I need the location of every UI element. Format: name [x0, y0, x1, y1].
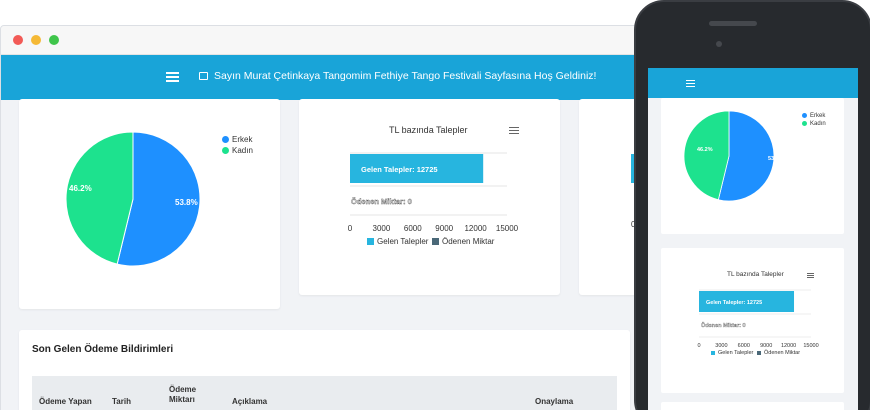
mobile-next-card — [661, 402, 844, 410]
col-header-description[interactable]: Açıklama — [232, 397, 267, 407]
minimize-window-button[interactable] — [31, 35, 41, 45]
mobile-chart-menu-icon[interactable] — [807, 273, 814, 278]
phone-speaker — [709, 21, 757, 26]
maximize-window-button[interactable] — [49, 35, 59, 45]
book-icon — [199, 72, 208, 80]
welcome-text: Sayın Murat Çetinkaya Tangomim Fethiye T… — [214, 70, 597, 82]
mobile-legend-label-kadin: Kadın — [810, 121, 826, 127]
legend-label-erkek: Erkek — [232, 135, 253, 144]
bar-label-odenen: Ödenen Miktar: 0 — [351, 197, 412, 206]
bar-legend-gelen[interactable]: Gelen Talepler — [367, 237, 428, 246]
payments-table-header: Ödeme Yapan Tarih Ödeme Miktarı Açıklama… — [32, 376, 617, 410]
col-header-date[interactable]: Tarih — [112, 397, 131, 407]
mobile-pie-card: 53.8% 46.2% Erkek Kadın — [661, 98, 844, 234]
menu-toggle-icon[interactable] — [166, 72, 179, 82]
close-window-button[interactable] — [13, 35, 23, 45]
bar-legend-swatch-odenen — [432, 238, 439, 245]
col-header-payer[interactable]: Ödeme Yapan — [39, 397, 92, 407]
tick-label: 15000 — [803, 343, 818, 349]
requests-bar-chart: Gelen Talepler: 12725 Ödenen Miktar: 0 0… — [348, 152, 519, 233]
tick-label: 0 — [697, 343, 700, 349]
chart-menu-icon[interactable] — [509, 127, 519, 134]
mobile-legend-erkek[interactable]: Erkek — [802, 113, 825, 119]
legend-swatch-erkek — [222, 136, 229, 143]
legend-item-erkek[interactable]: Erkek — [222, 135, 252, 144]
mobile-legend-label-erkek: Erkek — [810, 113, 826, 119]
tick-label: 0 — [348, 224, 353, 233]
legend-swatch-kadin — [222, 147, 229, 154]
gender-pie-card: 53.8% 46.2% Erkek Kadın — [19, 99, 280, 309]
payments-table-card: Son Gelen Ödeme Bildirimleri Ödeme Yapan… — [19, 330, 630, 410]
mobile-bar-legend-swatch-gelen — [711, 351, 715, 355]
mobile-bar-legend-odenen[interactable]: Ödenen Miktar — [757, 350, 800, 356]
mobile-bar-label-gelen: Gelen Talepler: 12725 — [706, 300, 762, 306]
mobile-bar-card: TL bazında Talepler Gelen Talepler: 1272… — [661, 248, 844, 393]
tick-label: 15000 — [496, 224, 519, 233]
bar-chart-title: TL bazında Talepler — [389, 125, 468, 135]
bar-legend-label-gelen: Gelen Talepler — [377, 237, 429, 246]
phone-camera — [716, 41, 722, 47]
mobile-legend-swatch-kadin — [802, 121, 807, 126]
tick-label: 3000 — [373, 224, 391, 233]
requests-bar-card: TL bazında Talepler Gelen Talepler: 1272… — [299, 99, 560, 295]
tick-label: 12000 — [464, 224, 487, 233]
welcome-message: Sayın Murat Çetinkaya Tangomim Fethiye T… — [199, 70, 596, 82]
mockup-stage: Sayın Murat Çetinkaya Tangomim Fethiye T… — [0, 0, 870, 410]
col-header-amount[interactable]: Ödeme Miktarı — [169, 385, 209, 405]
tick-label: 12000 — [781, 343, 796, 349]
mobile-bar-legend-label-odenen: Ödenen Miktar — [764, 350, 801, 356]
legend-label-kadin: Kadın — [232, 146, 253, 155]
bar-legend-swatch-gelen — [367, 238, 374, 245]
gender-pie-chart: 53.8% 46.2% — [65, 131, 201, 267]
pie-label-kadin: 46.2% — [69, 184, 92, 193]
mobile-bar-legend-swatch-odenen — [757, 351, 761, 355]
tick-label: 6000 — [738, 343, 750, 349]
mobile-legend-kadin[interactable]: Kadın — [802, 121, 826, 127]
bar-legend-odenen[interactable]: Ödenen Miktar — [432, 237, 494, 246]
tick-label: 9000 — [435, 224, 453, 233]
mobile-topbar — [648, 68, 858, 98]
tick-label: 9000 — [760, 343, 772, 349]
legend-item-kadin[interactable]: Kadın — [222, 146, 253, 155]
tick-label: 6000 — [404, 224, 422, 233]
mobile-legend-swatch-erkek — [802, 113, 807, 118]
mobile-pie-label-erkek: 53.8% — [768, 156, 784, 162]
mobile-bar-chart-title: TL bazında Talepler — [727, 271, 784, 278]
pie-label-erkek: 53.8% — [175, 198, 198, 207]
mobile-bar-legend-label-gelen: Gelen Talepler — [718, 350, 754, 356]
bar-legend-label-odenen: Ödenen Miktar — [442, 237, 495, 246]
payments-table-title: Son Gelen Ödeme Bildirimleri — [32, 344, 174, 355]
mobile-bar-label-odenen: Ödenen Miktar: 0 — [701, 322, 746, 329]
bar-label-gelen: Gelen Talepler: 12725 — [361, 165, 438, 174]
mobile-requests-bar-chart: Gelen Talepler: 12725 Ödenen Miktar: 0 0… — [697, 289, 819, 349]
mobile-screen: 53.8% 46.2% Erkek Kadın TL bazında Talep… — [648, 68, 858, 410]
mobile-pie-label-kadin: 46.2% — [697, 147, 713, 153]
mobile-bar-legend-gelen[interactable]: Gelen Talepler — [711, 350, 753, 356]
tick-label: 3000 — [715, 343, 727, 349]
mobile-menu-toggle-icon[interactable] — [686, 80, 695, 87]
col-header-approve[interactable]: Onaylama — [535, 397, 573, 407]
